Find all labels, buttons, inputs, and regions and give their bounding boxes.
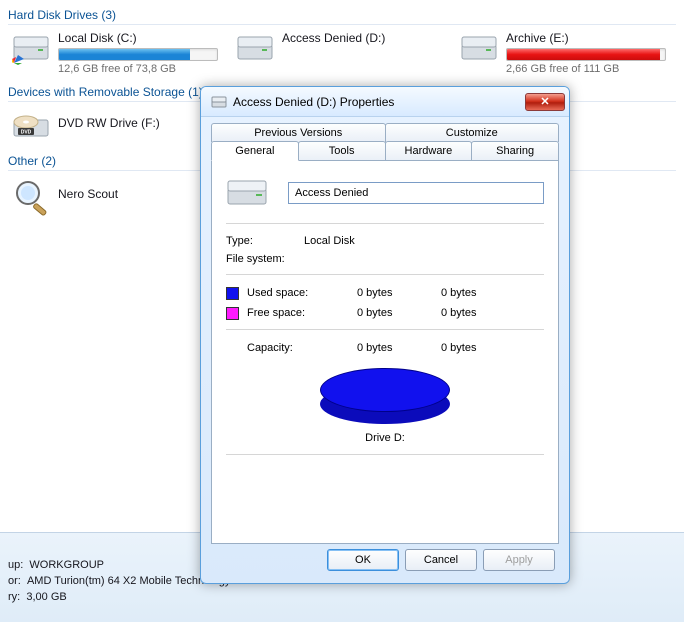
used-human: 0 bytes	[441, 283, 501, 303]
magnifier-icon	[12, 177, 52, 213]
hdd-icon	[236, 31, 276, 67]
usage-bar	[58, 48, 218, 61]
hdd-icon	[12, 31, 52, 67]
tab-row-back: Previous Versions Customize	[211, 123, 559, 142]
tab-panel-general: Type:Local Disk File system: Used space:…	[211, 160, 559, 544]
drive-info: DVD RW Drive (F:)	[58, 108, 222, 130]
usage-bar	[506, 48, 666, 61]
dvd-drive-icon: DVD	[12, 108, 52, 144]
workgroup-label: up:	[8, 559, 23, 571]
item-name: Nero Scout	[58, 187, 222, 201]
nero-scout[interactable]: Nero Scout	[8, 175, 226, 215]
used-color-swatch	[226, 287, 239, 300]
titlebar[interactable]: Access Denied (D:) Properties ✕	[201, 87, 569, 117]
disk-icon	[226, 175, 270, 211]
item-info: Nero Scout	[58, 177, 222, 201]
drive-name: DVD RW Drive (F:)	[58, 116, 222, 130]
tab-customize[interactable]: Customize	[385, 123, 560, 142]
processor-label: or:	[8, 575, 21, 587]
capacity-human: 0 bytes	[441, 338, 501, 358]
drive-freespace: 2,66 GB free of 111 GB	[506, 63, 670, 75]
free-color-swatch	[226, 307, 239, 320]
tab-general[interactable]: General	[211, 141, 299, 161]
tab-sharing[interactable]: Sharing	[471, 141, 559, 161]
drive-name: Access Denied (D:)	[282, 31, 446, 45]
svg-text:DVD: DVD	[21, 130, 32, 136]
workgroup-value: WORKGROUP	[29, 559, 104, 571]
free-human: 0 bytes	[441, 303, 501, 323]
drive-info: Archive (E:) 2,66 GB free of 111 GB	[506, 31, 670, 75]
drive-name: Archive (E:)	[506, 31, 670, 45]
used-bytes: 0 bytes	[357, 283, 441, 303]
drive-letter-label: Drive D:	[226, 432, 544, 444]
tab-area: Previous Versions Customize General Tool…	[201, 117, 569, 554]
tab-hardware[interactable]: Hardware	[385, 141, 473, 161]
close-button[interactable]: ✕	[525, 93, 565, 111]
disk-icon	[211, 94, 227, 110]
drive-freespace: 12,6 GB free of 73,8 GB	[58, 63, 222, 75]
drive-e[interactable]: Archive (E:) 2,66 GB free of 111 GB	[456, 29, 674, 77]
drive-name: Local Disk (C:)	[58, 31, 222, 45]
volume-name-input[interactable]	[288, 182, 544, 204]
tab-tools[interactable]: Tools	[298, 141, 386, 161]
used-label: Used space:	[247, 283, 357, 303]
dialog-title: Access Denied (D:) Properties	[233, 95, 525, 109]
hard-disk-list: Local Disk (C:) 12,6 GB free of 73,8 GB …	[8, 29, 676, 77]
drive-d[interactable]: Access Denied (D:)	[232, 29, 450, 77]
free-bytes: 0 bytes	[357, 303, 441, 323]
type-label: Type:	[226, 232, 304, 250]
tab-row-front: General Tools Hardware Sharing	[211, 141, 559, 161]
filesystem-label: File system:	[226, 250, 304, 268]
capacity-bytes: 0 bytes	[357, 338, 441, 358]
filesystem-value	[304, 250, 544, 268]
dvd-drive[interactable]: DVD DVD RW Drive (F:)	[8, 106, 226, 146]
dialog-button-row: OK Cancel Apply	[327, 549, 555, 571]
type-value: Local Disk	[304, 232, 544, 250]
memory-value: 3,00 GB	[26, 591, 66, 603]
hdd-icon	[460, 31, 500, 67]
drive-info: Local Disk (C:) 12,6 GB free of 73,8 GB	[58, 31, 222, 75]
drive-c[interactable]: Local Disk (C:) 12,6 GB free of 73,8 GB	[8, 29, 226, 77]
drive-info: Access Denied (D:)	[282, 31, 446, 45]
properties-dialog: Access Denied (D:) Properties ✕ Previous…	[200, 86, 570, 584]
free-label: Free space:	[247, 303, 357, 323]
tab-previous-versions[interactable]: Previous Versions	[211, 123, 386, 142]
close-icon: ✕	[540, 95, 549, 108]
memory-label: ry:	[8, 591, 20, 603]
apply-button[interactable]: Apply	[483, 549, 555, 571]
section-hard-disks-header: Hard Disk Drives (3)	[8, 6, 676, 25]
usage-pie-chart	[320, 368, 450, 426]
ok-button[interactable]: OK	[327, 549, 399, 571]
capacity-label: Capacity:	[247, 338, 357, 358]
cancel-button[interactable]: Cancel	[405, 549, 477, 571]
